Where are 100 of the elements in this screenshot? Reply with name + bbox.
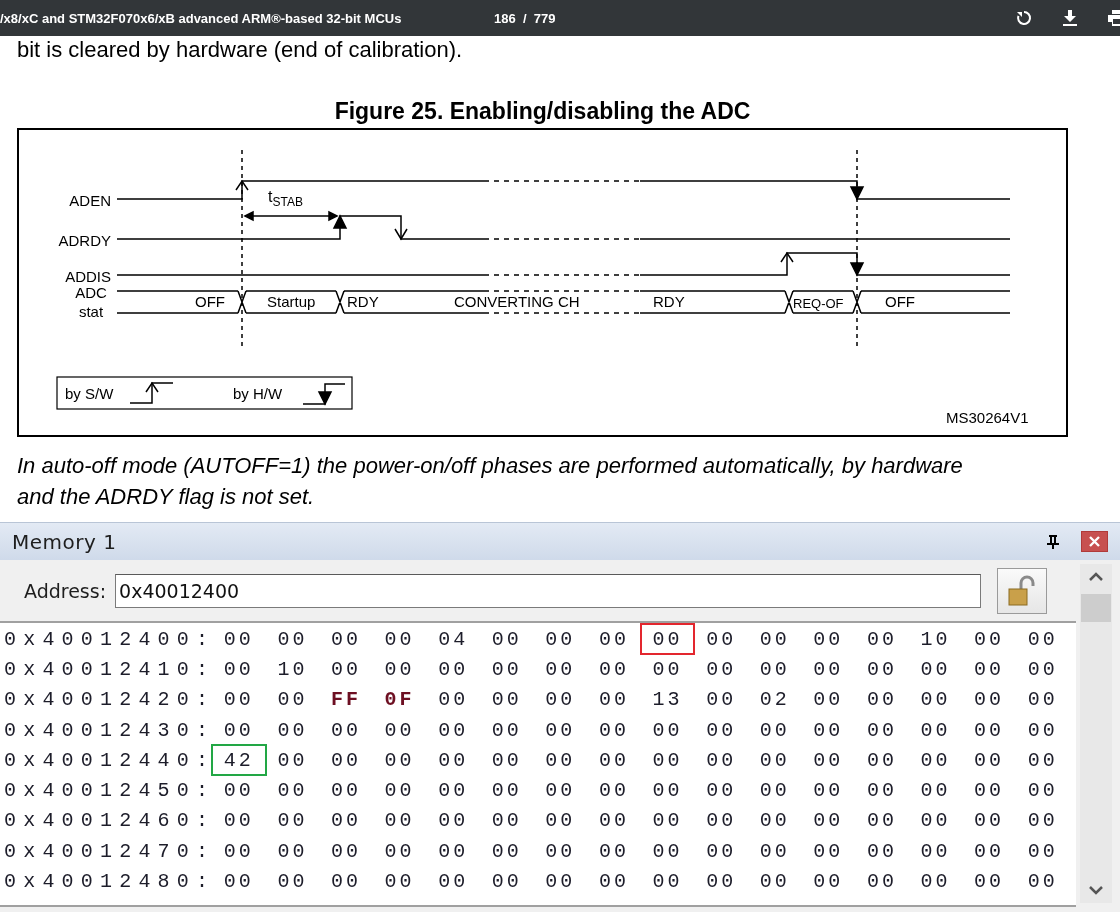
byte-cell-text: 00 [437, 656, 470, 683]
byte-cell-text: 00 [597, 838, 630, 865]
state-label: RDY [653, 293, 685, 311]
rotate-icon[interactable] [1016, 10, 1032, 26]
address-label: 0x40012470: [3, 839, 212, 863]
state-label: OFF [885, 293, 915, 311]
byte-cell-text: 00 [865, 838, 898, 865]
byte-cell-text: 00 [865, 808, 898, 835]
byte-cell-text: 00 [865, 687, 898, 714]
byte-cell-text: 00 [222, 626, 255, 653]
address-label: 0x40012410: [3, 657, 212, 681]
byte-cell-text: 00 [329, 808, 362, 835]
byte-cell-text: 00 [437, 808, 470, 835]
byte-cell-text: 00 [973, 869, 1006, 895]
pin-icon[interactable] [1047, 534, 1059, 549]
byte-cell-text: 00 [973, 656, 1006, 683]
byte-cell-text: 00 [758, 838, 791, 865]
address-label: 0x40012440: [3, 748, 212, 772]
byte-cell-text: 00 [758, 626, 791, 653]
legend-label: by S/W [65, 385, 114, 403]
byte-cell-text: 00 [544, 838, 577, 865]
byte-cell-text: 00 [544, 717, 577, 744]
byte-cell-text: 00 [705, 626, 738, 653]
byte-cell-text: 00 [919, 717, 952, 744]
byte-cell-text: 00 [865, 626, 898, 653]
byte-cell-text: 00 [383, 778, 416, 805]
address-label: 0x40012480: [3, 870, 212, 893]
byte-cell-text: 00 [758, 808, 791, 835]
byte-cell-text: 00 [437, 687, 470, 714]
byte-cell-text: 00 [812, 717, 845, 744]
byte-cell-text: 00 [651, 808, 684, 835]
byte-cell-text: 00 [973, 717, 1006, 744]
byte-cell-text: 10 [919, 626, 952, 653]
print-icon[interactable] [1108, 10, 1120, 26]
byte-cell-text: 00 [329, 838, 362, 865]
address-field[interactable]: 0x40012400 [115, 573, 982, 608]
byte-cell-text: 00 [329, 778, 362, 805]
byte-cell-text: 00 [329, 656, 362, 683]
byte-cell-text: 00 [276, 838, 309, 865]
byte-cell-text: 00 [544, 869, 577, 895]
byte-cell-text: 00 [812, 687, 845, 714]
byte-cell-text: 00 [383, 717, 416, 744]
byte-cell-text: 00 [812, 808, 845, 835]
byte-cell-text: 00 [919, 778, 952, 805]
byte-cell-text: 00 [758, 717, 791, 744]
byte-cell-text: 00 [276, 778, 309, 805]
byte-cell-text: 00 [973, 687, 1006, 714]
byte-cell-text: 00 [1026, 838, 1059, 865]
byte-cell-text: 00 [222, 838, 255, 865]
state-label: OFF [195, 293, 225, 311]
byte-cell-text: 00 [329, 626, 362, 653]
byte-cell-text: 00 [437, 838, 470, 865]
byte-cell-text: 00 [544, 778, 577, 805]
address-label: 0x40012450: [3, 779, 212, 803]
byte-cell-text: 00 [329, 747, 362, 774]
byte-cell-text: 00 [651, 656, 684, 683]
byte-cell-text: 00 [490, 747, 523, 774]
byte-cell-text: 00 [490, 778, 523, 805]
legend-label: by H/W [233, 385, 283, 403]
byte-cell-text: 00 [544, 656, 577, 683]
byte-cell-text: 00 [1026, 747, 1059, 774]
byte-cell-text: 00 [651, 869, 684, 895]
lock-button[interactable] [997, 567, 1048, 614]
byte-cell-text: 00 [490, 626, 523, 653]
byte-cell-text: 00 [865, 747, 898, 774]
byte-cell-text: 00 [597, 869, 630, 895]
figure-id: MS30264V1 [946, 409, 1029, 427]
close-button[interactable] [1081, 531, 1108, 552]
byte-cell-text: 00 [865, 778, 898, 805]
byte-cell-text: 00 [919, 869, 952, 895]
byte-cell-text: 00 [812, 778, 845, 805]
scroll-down-icon[interactable] [1088, 885, 1104, 895]
byte-cell-text: 00 [276, 869, 309, 895]
byte-cell-text: 04 [437, 626, 470, 653]
signal-label: ADEN [69, 192, 111, 210]
byte-cell-text: 00 [758, 869, 791, 895]
address-label: 0x40012420: [3, 688, 212, 712]
byte-cell-text: 00 [812, 656, 845, 683]
scroll-up-icon[interactable] [1088, 572, 1104, 582]
byte-cell-text: 00 [651, 778, 684, 805]
byte-cell: 00 [640, 624, 695, 655]
download-icon[interactable] [1063, 10, 1077, 26]
padlock-icon [1007, 574, 1038, 607]
byte-cell-text: 00 [222, 808, 255, 835]
byte-cell-text: 00 [437, 778, 470, 805]
page-counter: 186 / 779 [494, 10, 556, 26]
byte-cell-text: 00 [597, 626, 630, 653]
byte-cell-text: 00 [973, 747, 1006, 774]
state-label: RDY [347, 293, 379, 311]
byte-cell-text: 00 [383, 869, 416, 895]
byte-cell-text: 00 [973, 626, 1006, 653]
byte-cell-text: 00 [329, 717, 362, 744]
byte-cell-text: 00 [758, 656, 791, 683]
byte-cell-text: 00 [544, 747, 577, 774]
byte-cell-text: 00 [1026, 717, 1059, 744]
byte-cell-text: 00 [597, 717, 630, 744]
byte-cell-text: 00 [222, 778, 255, 805]
scrollbar-thumb[interactable] [1081, 594, 1111, 622]
byte-cell-text: 0F [383, 687, 416, 714]
byte-cell-text: 10 [276, 656, 309, 683]
